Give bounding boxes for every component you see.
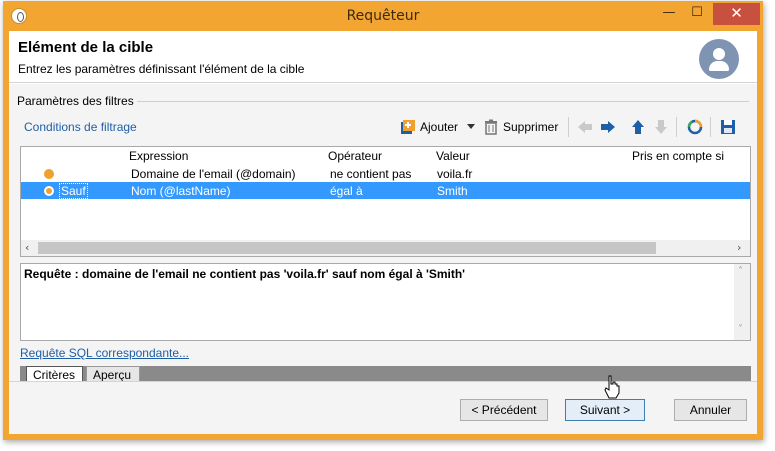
column-header-condition[interactable]: Pris en compte si: [632, 149, 724, 163]
refresh-icon[interactable]: [687, 119, 703, 135]
dialog-content: Paramètres des filtres Conditions de fil…: [9, 84, 757, 383]
conditions-grid: Expression Opérateur Valeur Pris en comp…: [20, 146, 751, 257]
column-header-value[interactable]: Valeur: [436, 149, 470, 163]
row-expression: Domaine de l'email (@domain): [131, 167, 296, 181]
scroll-right-icon[interactable]: ›: [737, 241, 741, 254]
toolbar-separator: [710, 117, 711, 137]
page-title: Elément de la cible: [18, 39, 154, 56]
toolbar-separator: [676, 117, 677, 137]
trash-icon[interactable]: [483, 119, 499, 135]
save-icon[interactable]: [720, 119, 736, 135]
dialog-footer: < Précédent Suivant > Annuler: [9, 381, 757, 434]
arrow-right-icon[interactable]: [600, 119, 616, 135]
user-avatar-icon: [699, 39, 739, 79]
toolbar-separator: [568, 117, 569, 137]
row-expression: Nom (@lastName): [131, 184, 231, 198]
arrow-down-icon[interactable]: [653, 119, 669, 135]
hand-cursor-icon: [604, 375, 620, 399]
add-button[interactable]: Ajouter: [420, 120, 458, 134]
dropdown-arrow-icon[interactable]: [466, 121, 476, 131]
column-header-expression[interactable]: Expression: [129, 149, 188, 163]
filters-section-label: Paramètres des filtres: [17, 94, 137, 108]
row-prefix: Sauf: [59, 183, 88, 199]
condition-dot-icon: [44, 169, 54, 179]
table-row[interactable]: Domaine de l'email (@domain) ne contient…: [21, 165, 750, 182]
conditions-link[interactable]: Conditions de filtrage: [24, 120, 137, 134]
scrollbar-thumb[interactable]: [38, 242, 656, 254]
column-header-operator[interactable]: Opérateur: [328, 149, 382, 163]
arrow-up-icon[interactable]: [630, 119, 646, 135]
filter-toolbar: Conditions de filtrage Ajouter Supprimer: [17, 114, 750, 140]
minimize-button[interactable]: —: [656, 3, 682, 25]
sql-query-link[interactable]: Requête SQL correspondante...: [20, 346, 189, 360]
query-text: Requête : domaine de l'email ne contient…: [24, 267, 466, 281]
cancel-button[interactable]: Annuler: [674, 399, 747, 421]
row-value: voila.fr: [437, 167, 473, 181]
arrow-left-icon[interactable]: [577, 119, 593, 135]
page-subtitle: Entrez les paramètres définissant l'élém…: [18, 62, 305, 76]
requeteur-window: Requêteur — ☐ ✕ Elément de la cible Entr…: [3, 1, 763, 440]
scroll-down-icon[interactable]: ˅: [738, 324, 743, 335]
scroll-left-icon[interactable]: ‹: [25, 241, 29, 254]
delete-button[interactable]: Supprimer: [503, 120, 558, 134]
close-button[interactable]: ✕: [713, 3, 760, 25]
horizontal-scrollbar[interactable]: ‹ ›: [21, 240, 750, 256]
previous-button[interactable]: < Précédent: [460, 399, 548, 421]
next-button[interactable]: Suivant >: [565, 399, 645, 421]
dialog-header: Elément de la cible Entrez les paramètre…: [9, 31, 757, 83]
row-value: Smith: [437, 184, 468, 198]
dialog-client: Elément de la cible Entrez les paramètre…: [9, 31, 757, 434]
condition-dot-icon: [44, 186, 54, 196]
window-title: Requêteur: [346, 8, 420, 24]
title-bar: Requêteur — ☐ ✕: [4, 2, 762, 31]
row-operator: ne contient pas: [330, 167, 412, 181]
row-operator: égal à: [330, 184, 363, 198]
add-condition-icon[interactable]: [400, 119, 416, 135]
maximize-button[interactable]: ☐: [684, 3, 710, 25]
query-description-box: Requête : domaine de l'email ne contient…: [20, 263, 751, 341]
table-row[interactable]: Sauf Nom (@lastName) égal à Smith: [21, 182, 750, 199]
vertical-scrollbar[interactable]: ˄ ˅: [734, 264, 750, 340]
scroll-up-icon[interactable]: ˄: [738, 266, 743, 277]
